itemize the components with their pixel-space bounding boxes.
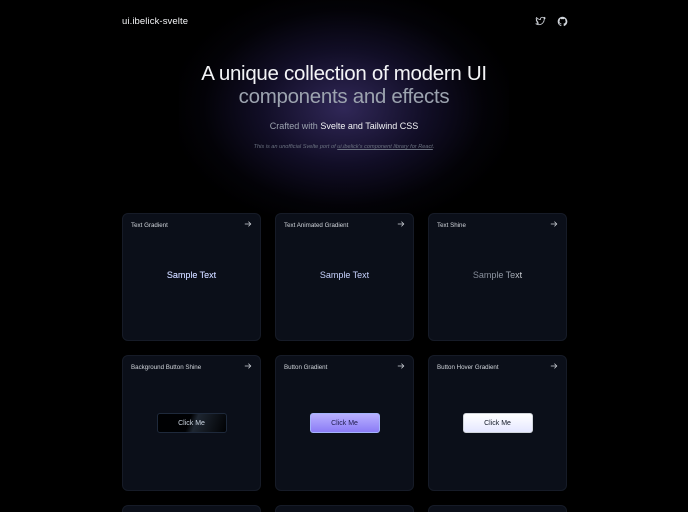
card-title: Button Hover Gradient [437,364,499,371]
hero-title-line-2: components and effects [238,85,450,108]
demo-wrapper: Click Me [429,413,566,433]
card-title: Background Button Shine [131,364,202,371]
github-icon[interactable] [557,16,568,27]
top-bar: ui.ibelick-svelte [122,13,568,29]
hero-title-line-1: A unique collection of modern UI [201,62,487,85]
card-background-button-shine[interactable]: Background Button Shine Click Me [122,355,261,491]
card-title: Text Shine [437,222,466,229]
arrow-right-icon[interactable] [244,362,252,370]
card-button-gradient[interactable]: Button Gradient Click Me [275,355,414,491]
arrow-right-icon[interactable] [244,220,252,228]
card-partial[interactable] [428,505,567,512]
card-title: Text Animated Gradient [284,222,349,229]
hero-subtitle: Crafted with Svelte and Tailwind CSS [0,121,688,131]
twitter-icon[interactable] [535,16,546,27]
note-suffix: . [432,144,435,150]
demo-gradient-button[interactable]: Click Me [309,413,380,433]
card-text-shine[interactable]: Text Shine Sample Text [428,213,567,341]
social-links [535,16,568,27]
demo-text-animated-gradient: Sample Text [319,270,370,280]
subtitle-prefix: Crafted with [269,121,318,131]
subtitle-emphasis: Svelte and Tailwind CSS [320,121,419,131]
brand-logo-link[interactable]: ui.ibelick-svelte [122,16,188,27]
react-library-link[interactable]: ui.ibelick's component library for React [337,144,433,150]
card-text-animated-gradient[interactable]: Text Animated Gradient Sample Text [275,213,414,341]
demo-text-gradient: Sample Text [123,270,260,280]
arrow-right-icon[interactable] [397,362,405,370]
hero-glow [179,0,509,223]
card-title: Text Gradient [131,222,168,229]
demo-hover-gradient-button[interactable]: Click Me [462,413,533,433]
arrow-right-icon[interactable] [550,362,558,370]
demo-shine-button[interactable]: Click Me [156,413,227,433]
card-title: Button Gradient [284,364,328,371]
demo-wrapper: Click Me [276,413,413,433]
arrow-right-icon[interactable] [397,220,405,228]
card-partial[interactable] [122,505,261,512]
arrow-right-icon[interactable] [550,220,558,228]
port-note: This is an unofficial Svelte port of ui.… [0,144,688,150]
note-prefix: This is an unofficial Svelte port of [253,144,336,150]
card-text-gradient[interactable]: Text Gradient Sample Text [122,213,261,341]
card-partial[interactable] [275,505,414,512]
card-button-hover-gradient[interactable]: Button Hover Gradient Click Me [428,355,567,491]
component-grid: Text Gradient Sample Text Text Animated … [122,213,567,491]
demo-text-shine: Sample Text [429,270,566,280]
demo-wrapper: Click Me [123,413,260,433]
